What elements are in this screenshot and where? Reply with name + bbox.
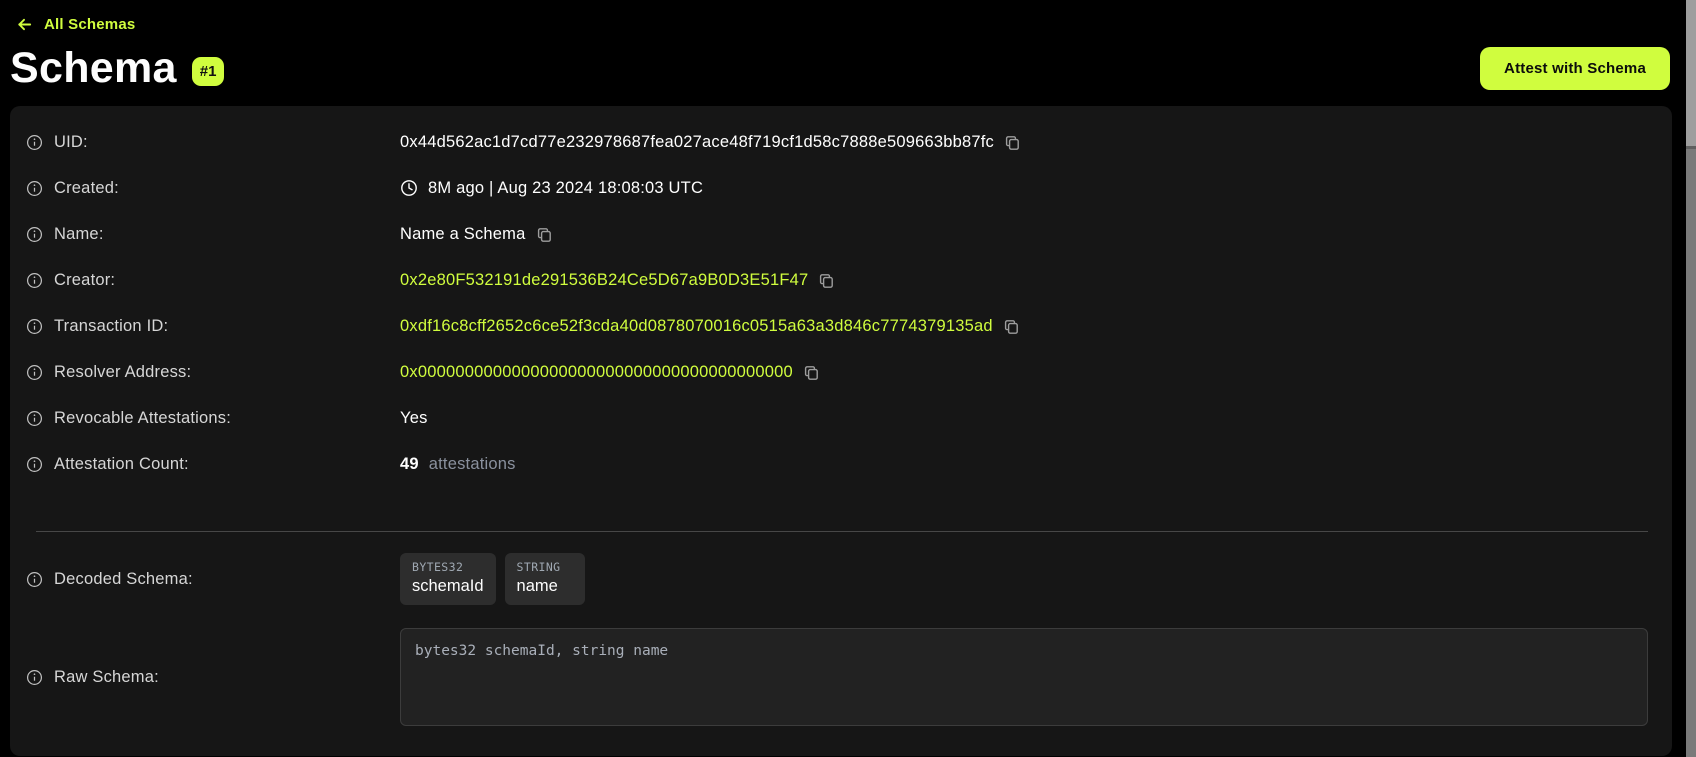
detail-row-resolver-address: Resolver Address: 0x00000000000000000000… — [26, 349, 1648, 395]
back-link-label: All Schemas — [44, 16, 135, 33]
detail-row-revocable: Revocable Attestations: Yes — [26, 395, 1648, 441]
schema-field-chip: STRING name — [505, 553, 585, 605]
row-label: Created: — [26, 179, 400, 198]
name-label: Name: — [54, 225, 104, 244]
scrollbar-thumb[interactable] — [1686, 0, 1696, 149]
creator-address-link[interactable]: 0x2e80F532191de291536B24Ce5D67a9B0D3E51F… — [400, 271, 808, 290]
transaction-id-value-group: 0xdf16c8cff2652c6ce52f3cda40d0878070016c… — [400, 317, 1020, 336]
field-type: STRING — [517, 560, 573, 574]
info-icon[interactable] — [26, 226, 43, 243]
detail-row-raw-schema: Raw Schema: bytes32 schemaId, string nam… — [26, 628, 1648, 726]
uid-value-group: 0x44d562ac1d7cd77e232978687fea027ace48f7… — [400, 133, 1021, 152]
name-value: Name a Schema — [400, 225, 526, 244]
info-icon[interactable] — [26, 180, 43, 197]
uid-label: UID: — [54, 133, 88, 152]
row-label: Transaction ID: — [26, 317, 400, 336]
creator-label: Creator: — [54, 271, 115, 290]
row-label: Resolver Address: — [26, 363, 400, 382]
attestations-link[interactable]: attestations — [429, 455, 516, 474]
resolver-address-link[interactable]: 0x00000000000000000000000000000000000000… — [400, 363, 793, 382]
schema-field-chip: BYTES32 schemaId — [400, 553, 496, 605]
schema-details-card: UID: 0x44d562ac1d7cd77e232978687fea027ac… — [10, 106, 1672, 756]
resolver-address-value-group: 0x00000000000000000000000000000000000000… — [400, 363, 820, 382]
row-label: Decoded Schema: — [26, 570, 400, 589]
back-to-all-schemas-link[interactable]: All Schemas — [16, 16, 135, 33]
info-icon[interactable] — [26, 272, 43, 289]
detail-row-created: Created: 8M ago | Aug 23 2024 18:08:03 U… — [26, 165, 1648, 211]
copy-icon[interactable] — [1004, 134, 1021, 151]
info-icon[interactable] — [26, 456, 43, 473]
attest-with-schema-button[interactable]: Attest with Schema — [1480, 47, 1670, 90]
attestation-count-number: 49 — [400, 455, 419, 474]
copy-icon[interactable] — [1003, 318, 1020, 335]
created-label: Created: — [54, 179, 119, 198]
scrollbar[interactable] — [1686, 0, 1696, 757]
clock-icon — [400, 179, 418, 197]
page-title: Schema — [10, 44, 177, 93]
detail-row-uid: UID: 0x44d562ac1d7cd77e232978687fea027ac… — [26, 119, 1648, 165]
decoded-schema-fields: BYTES32 schemaId STRING name — [400, 553, 585, 605]
raw-schema-label: Raw Schema: — [54, 668, 159, 687]
row-label: Revocable Attestations: — [26, 409, 400, 428]
name-value-group: Name a Schema — [400, 225, 553, 244]
copy-icon[interactable] — [536, 226, 553, 243]
page-content: All Schemas Schema #1 Attest with Schema… — [0, 0, 1686, 756]
revocable-value-group: Yes — [400, 409, 428, 428]
detail-row-name: Name: Name a Schema — [26, 211, 1648, 257]
transaction-id-link[interactable]: 0xdf16c8cff2652c6ce52f3cda40d0878070016c… — [400, 317, 993, 336]
creator-value-group: 0x2e80F532191de291536B24Ce5D67a9B0D3E51F… — [400, 271, 835, 290]
created-value-group: 8M ago | Aug 23 2024 18:08:03 UTC — [400, 179, 703, 198]
detail-row-decoded-schema: Decoded Schema: BYTES32 schemaId STRING … — [26, 532, 1648, 626]
created-value: 8M ago | Aug 23 2024 18:08:03 UTC — [428, 179, 703, 198]
revocable-label: Revocable Attestations: — [54, 409, 231, 428]
schema-number-badge: #1 — [192, 57, 225, 86]
row-label: Creator: — [26, 271, 400, 290]
info-icon[interactable] — [26, 571, 43, 588]
copy-icon[interactable] — [803, 364, 820, 381]
copy-icon[interactable] — [818, 272, 835, 289]
revocable-value: Yes — [400, 409, 428, 428]
info-icon[interactable] — [26, 364, 43, 381]
raw-schema-textarea[interactable]: bytes32 schemaId, string name — [400, 628, 1648, 726]
field-type: BYTES32 — [412, 560, 484, 574]
detail-row-transaction-id: Transaction ID: 0xdf16c8cff2652c6ce52f3c… — [26, 303, 1648, 349]
info-icon[interactable] — [26, 134, 43, 151]
decoded-schema-label: Decoded Schema: — [54, 570, 193, 589]
field-name: name — [517, 577, 573, 596]
row-label: UID: — [26, 133, 400, 152]
row-label: Name: — [26, 225, 400, 244]
transaction-id-label: Transaction ID: — [54, 317, 168, 336]
info-icon[interactable] — [26, 669, 43, 686]
attestation-count-label: Attestation Count: — [54, 455, 189, 474]
attestation-count-value-group[interactable]: 49 attestations — [400, 455, 516, 474]
row-label: Attestation Count: — [26, 455, 400, 474]
resolver-address-label: Resolver Address: — [54, 363, 191, 382]
detail-row-creator: Creator: 0x2e80F532191de291536B24Ce5D67a… — [26, 257, 1648, 303]
field-name: schemaId — [412, 577, 484, 596]
uid-value: 0x44d562ac1d7cd77e232978687fea027ace48f7… — [400, 133, 994, 152]
info-icon[interactable] — [26, 410, 43, 427]
detail-row-attestation-count: Attestation Count: 49 attestations — [26, 441, 1648, 487]
back-arrow-icon — [16, 16, 33, 33]
row-label: Raw Schema: — [26, 668, 400, 687]
info-icon[interactable] — [26, 318, 43, 335]
